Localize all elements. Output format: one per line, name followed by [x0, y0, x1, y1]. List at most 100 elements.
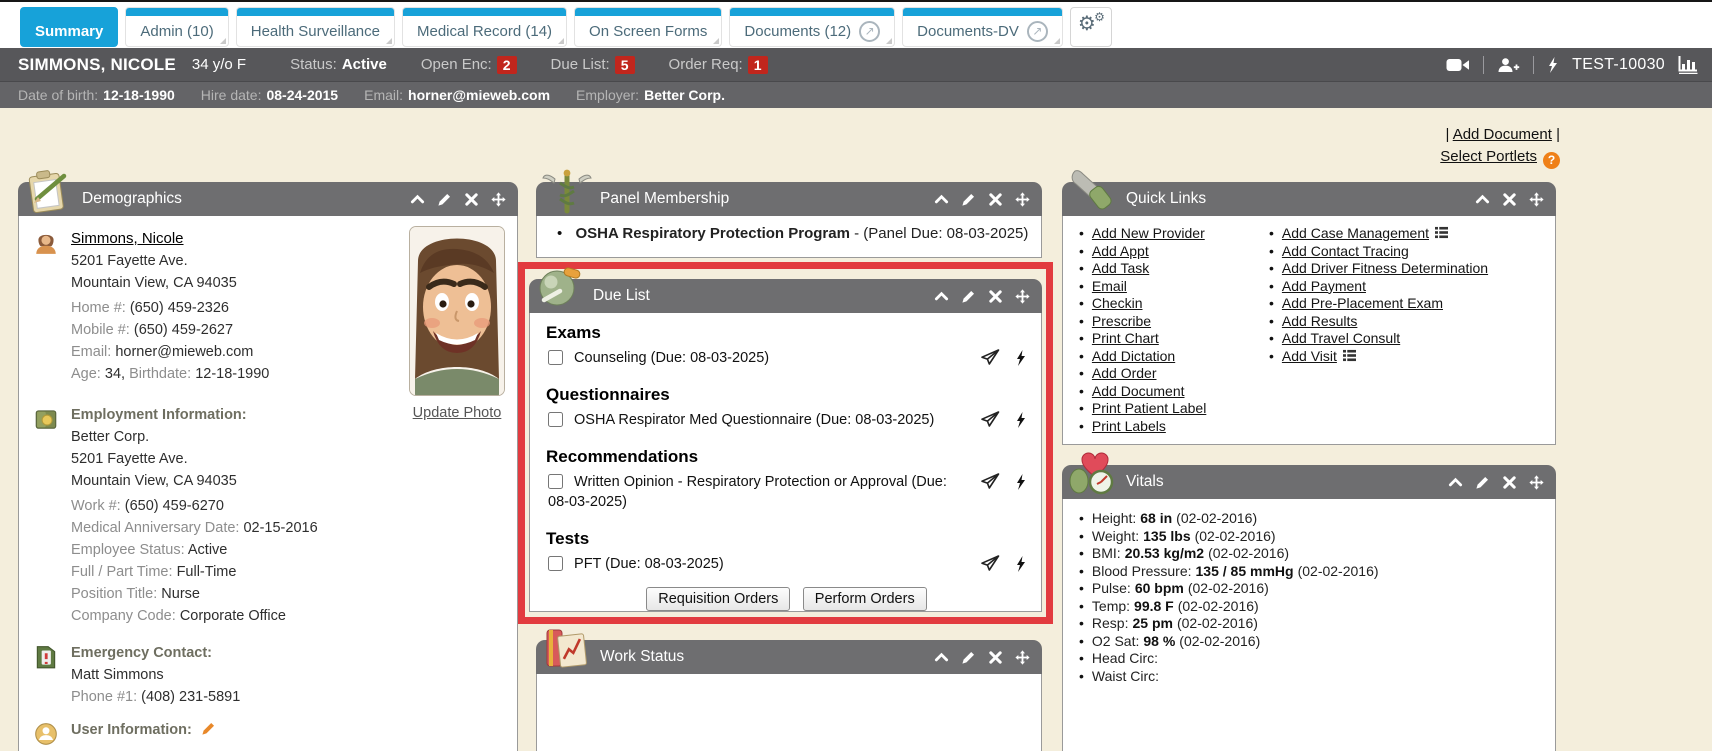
demographics-portlet-body: Simmons, Nicole 5201 Fayette Ave. Mounta… [18, 216, 518, 751]
open-enc-badge[interactable]: 2 [497, 56, 517, 74]
quick-link-print-labels[interactable]: Print Labels [1092, 418, 1166, 434]
quick-action-bolt-icon[interactable] [1547, 56, 1559, 74]
requisition-send-icon[interactable] [981, 411, 1000, 429]
edit-icon[interactable] [961, 192, 976, 207]
quick-links-portlet: Quick Links Add New Provider Add Appt Ad… [1062, 182, 1556, 445]
move-icon[interactable] [1015, 289, 1030, 304]
perform-bolt-icon[interactable] [1015, 411, 1027, 429]
tab-admin[interactable]: Admin (10) [125, 7, 228, 47]
patient-name-link[interactable]: Simmons, Nicole [71, 230, 184, 247]
select-portlets-link[interactable]: Select Portlets [1440, 148, 1537, 165]
close-icon[interactable] [1502, 192, 1517, 207]
perform-orders-button[interactable]: Perform Orders [803, 587, 927, 611]
close-icon[interactable] [1502, 475, 1517, 490]
collapse-icon[interactable] [410, 192, 425, 207]
perform-bolt-icon[interactable] [1015, 473, 1027, 491]
move-icon[interactable] [1529, 192, 1544, 207]
emergency-name: Matt Simmons [71, 664, 240, 686]
quick-link-checkin[interactable]: Checkin [1092, 295, 1143, 311]
quick-link-email[interactable]: Email [1092, 278, 1127, 294]
help-icon[interactable]: ? [1543, 152, 1560, 169]
tab-health-surveillance[interactable]: Health Surveillance [236, 7, 395, 47]
patient-header-primary: SIMMONS, NICOLE 34 y/o F Status: Active … [0, 48, 1712, 81]
tab-accent-strip [730, 8, 894, 16]
quick-link-print-chart[interactable]: Print Chart [1092, 330, 1159, 346]
due-list-highlight-box: Due List Exams Counseling (Due: 08-03-20… [518, 262, 1053, 624]
video-visit-icon[interactable] [1446, 58, 1470, 72]
collapse-icon[interactable] [934, 650, 949, 665]
perform-bolt-icon[interactable] [1015, 555, 1027, 573]
quick-link-add-driver-fitness-determination[interactable]: Add Driver Fitness Determination [1282, 260, 1488, 276]
collapse-icon[interactable] [1475, 192, 1490, 207]
due-item-checkbox[interactable] [548, 350, 563, 365]
due-item-checkbox[interactable] [548, 474, 563, 489]
edit-icon[interactable] [437, 192, 452, 207]
perform-bolt-icon[interactable] [1015, 349, 1027, 367]
due-item-checkbox[interactable] [548, 412, 563, 427]
quick-link-print-patient-label[interactable]: Print Patient Label [1092, 400, 1206, 416]
order-req-badge[interactable]: 1 [748, 56, 768, 74]
emergency-heading: Emergency Contact: [71, 642, 240, 664]
requisition-orders-button[interactable]: Requisition Orders [646, 587, 790, 611]
quick-link-prescribe[interactable]: Prescribe [1092, 313, 1151, 329]
move-icon[interactable] [1015, 192, 1030, 207]
quick-link-add-document[interactable]: Add Document [1092, 383, 1185, 399]
collapse-icon[interactable] [1448, 475, 1463, 490]
quick-link-add-pre-placement-exam[interactable]: Add Pre-Placement Exam [1282, 295, 1443, 311]
patient-header-secondary: Date of birth: 12-18-1990 Hire date: 08-… [0, 81, 1712, 108]
quick-link-add-travel-consult[interactable]: Add Travel Consult [1282, 330, 1400, 346]
quick-link-add-new-provider[interactable]: Add New Provider [1092, 225, 1205, 241]
tab-summary[interactable]: Summary [20, 7, 118, 47]
quick-link-add-task[interactable]: Add Task [1092, 260, 1149, 276]
add-person-icon[interactable] [1497, 57, 1520, 73]
update-photo-link[interactable]: Update Photo [413, 405, 502, 421]
tab-documents-dv[interactable]: Documents-DV ↗ [902, 7, 1063, 47]
quick-link-add-results[interactable]: Add Results [1282, 313, 1357, 329]
external-link-icon[interactable]: ↗ [1027, 21, 1048, 42]
close-icon[interactable] [988, 650, 1003, 665]
quick-links-header: Quick Links [1062, 182, 1556, 216]
move-icon[interactable] [491, 192, 506, 207]
move-icon[interactable] [1529, 475, 1544, 490]
close-icon[interactable] [464, 192, 479, 207]
move-icon[interactable] [1015, 650, 1030, 665]
edit-icon[interactable] [961, 289, 976, 304]
chart-settings-gear-button[interactable]: ⚙ ⚙ [1070, 7, 1112, 47]
due-item-row: Counseling (Due: 08-03-2025) [548, 348, 1027, 368]
due-item-label: Counseling (Due: 08-03-2025) [574, 350, 769, 366]
tab-documents[interactable]: Documents (12) ↗ [729, 7, 895, 47]
collapse-icon[interactable] [934, 192, 949, 207]
due-item-actions [981, 473, 1027, 491]
quick-link-add-order[interactable]: Add Order [1092, 365, 1157, 381]
collapse-icon[interactable] [934, 289, 949, 304]
due-item-checkbox[interactable] [548, 556, 563, 571]
tab-label: Summary [21, 16, 117, 46]
tab-medical-record[interactable]: Medical Record (14) [402, 7, 567, 47]
edit-icon[interactable] [961, 650, 976, 665]
tab-on-screen-forms[interactable]: On Screen Forms [574, 7, 722, 47]
requisition-send-icon[interactable] [981, 555, 1000, 573]
vitals-portlet: Vitals Height:68 in(02-02-2016) Weight:1… [1062, 465, 1556, 751]
edit-pencil-icon[interactable] [201, 721, 216, 736]
update-photo-row: Update Photo [405, 402, 509, 424]
requisition-send-icon[interactable] [981, 473, 1000, 491]
quick-link-add-contact-tracing[interactable]: Add Contact Tracing [1282, 243, 1409, 259]
quick-link-add-dictation[interactable]: Add Dictation [1092, 348, 1175, 364]
quick-link-add-payment[interactable]: Add Payment [1282, 278, 1366, 294]
vitals-heart-gauge-icon [1068, 450, 1118, 498]
close-icon[interactable] [988, 289, 1003, 304]
quick-link-add-appt[interactable]: Add Appt [1092, 243, 1149, 259]
patient-photo[interactable] [409, 226, 505, 396]
quick-link-add-case-management[interactable]: Add Case Management [1282, 225, 1429, 241]
chart-stats-icon[interactable] [1678, 55, 1698, 74]
due-list-badge[interactable]: 5 [615, 56, 635, 74]
quick-link-add-visit[interactable]: Add Visit [1282, 348, 1337, 364]
edit-icon[interactable] [1475, 475, 1490, 490]
requisition-send-icon[interactable] [981, 349, 1000, 367]
add-document-link[interactable]: Add Document [1453, 126, 1552, 143]
address-line: 5201 Fayette Ave. [71, 250, 269, 272]
external-link-icon[interactable]: ↗ [859, 21, 880, 42]
due-section-heading: Exams [546, 321, 1027, 345]
close-icon[interactable] [988, 192, 1003, 207]
patient-name[interactable]: SIMMONS, NICOLE [18, 55, 176, 75]
